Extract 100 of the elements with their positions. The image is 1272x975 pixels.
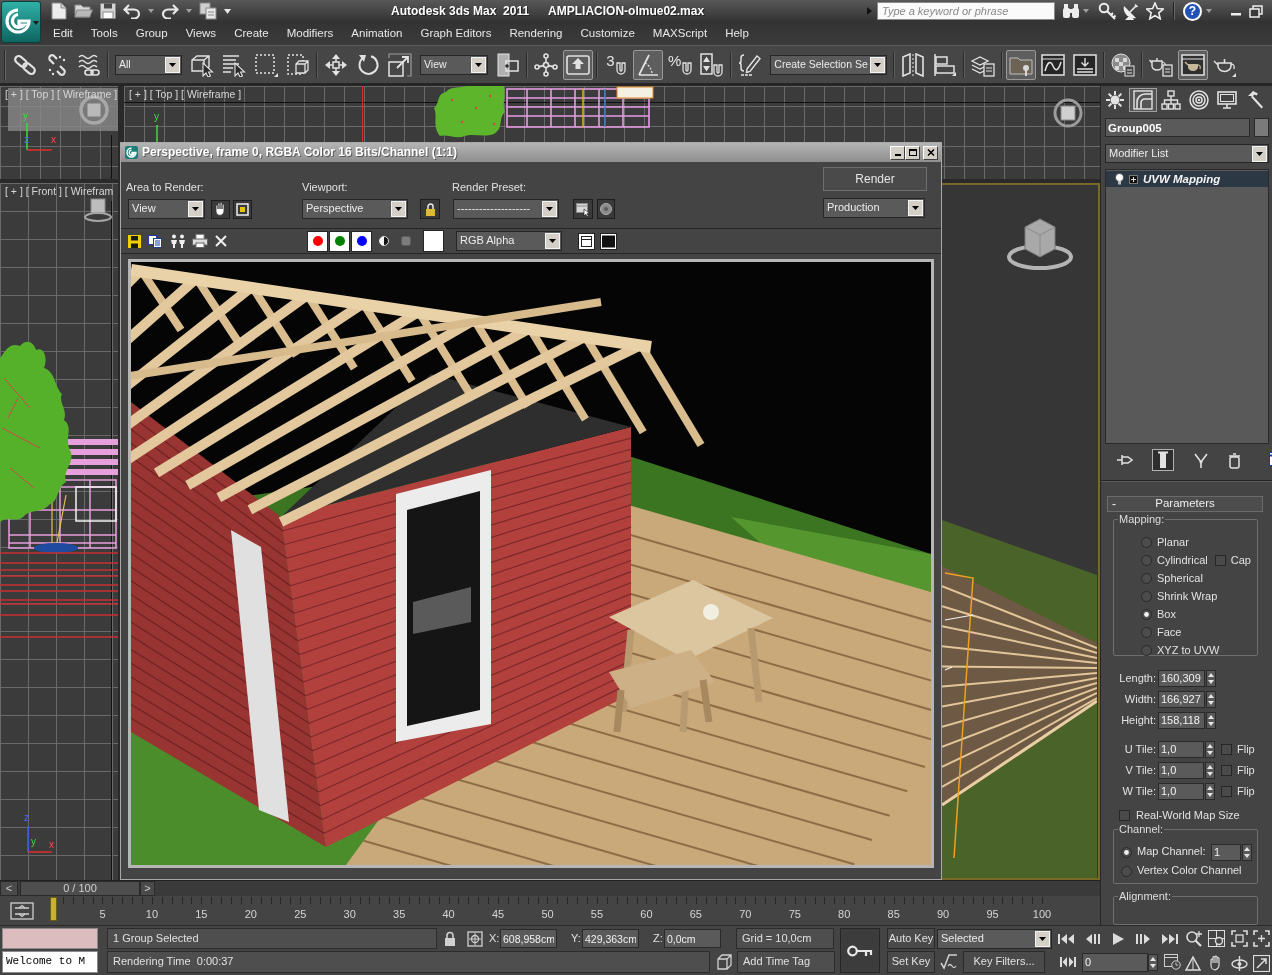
display-channel-dropdown[interactable]: RGB Alpha [456,231,562,251]
radio-button[interactable] [1121,846,1132,858]
spinner-field[interactable]: 158,118 [1158,711,1205,729]
copy-documents-icon[interactable] [148,234,162,248]
menu-item[interactable]: Graph Editors [420,26,492,41]
padlock-icon[interactable] [443,930,457,947]
radio-button[interactable] [1141,555,1152,567]
two-figures-icon[interactable] [170,234,186,248]
key-filters-button[interactable]: Key Filters... [963,951,1045,973]
color-swatch-icon[interactable] [423,230,444,252]
binoculars-icon[interactable] [1062,3,1080,19]
toggle-ui-button[interactable] [599,231,618,251]
light-bulb-icon[interactable] [1115,173,1124,186]
edit-region-button[interactable] [211,199,230,219]
coordinate-field[interactable]: 608,958cm [500,929,557,948]
time-slider-thumb[interactable]: 0 / 100 [20,881,140,896]
time-configuration-icon[interactable] [1164,954,1181,970]
restore-icon[interactable] [1249,4,1263,18]
channel-toggle-button[interactable] [351,230,372,252]
window-arrows-icon[interactable] [10,901,34,920]
menu-item[interactable]: MAXScript [652,26,708,41]
menu-item[interactable]: Help [725,26,749,41]
orbit-icon[interactable] [1230,955,1248,972]
skip-to-end-icon[interactable] [1162,932,1178,945]
radio-button[interactable] [1141,537,1152,549]
caret-down-icon[interactable] [186,9,192,13]
percent-snap-button[interactable]: % [665,49,696,80]
set-keys-button[interactable] [840,928,880,973]
field-of-view-icon[interactable] [1185,955,1202,972]
radio-button[interactable] [1141,645,1152,657]
menu-item[interactable]: Tools [90,26,118,41]
spinner-arrows-icon[interactable] [1206,669,1216,687]
menu-item[interactable]: Views [185,26,217,41]
spinner-field[interactable]: 1 [1211,843,1241,861]
project-folder-icon[interactable] [199,2,217,20]
printer-icon[interactable] [192,234,208,248]
menu-item[interactable]: Animation [351,26,403,41]
radio-button[interactable] [1141,591,1152,603]
spinner-field[interactable]: 1,0 [1158,740,1204,758]
coordinate-field[interactable]: 429,363cm [582,929,639,948]
help-button[interactable]: ? [1183,1,1202,21]
close-button[interactable] [923,145,938,160]
spinner-arrows-icon[interactable] [1242,843,1252,861]
minimize-button[interactable] [890,145,905,160]
key-icon[interactable] [1098,2,1116,20]
previous-frame-icon[interactable] [1085,932,1101,945]
time-slider-next-button[interactable]: > [140,881,155,896]
spinner-arrows-icon[interactable] [1205,740,1215,758]
checkbox[interactable] [1119,809,1130,821]
curve-check-icon[interactable] [940,954,958,970]
expand-box-icon[interactable] [1129,174,1138,184]
auto-key-button[interactable]: Auto Key [887,928,935,949]
key-mode-icon[interactable] [1060,956,1076,968]
toolbar-dropdown[interactable]: All [115,54,182,75]
zoom-all-icon[interactable] [1207,930,1225,947]
skip-to-start-icon[interactable] [1058,932,1074,945]
caret-down-icon[interactable] [1206,9,1212,13]
satellite-dish-icon[interactable] [1122,2,1140,20]
current-frame-marker[interactable] [50,897,57,921]
open-folder-icon[interactable] [74,3,93,19]
modifier-stack-item[interactable]: UVW Mapping [1106,171,1268,188]
channel-toggle-button[interactable] [307,230,328,252]
toolbar-dropdown[interactable]: View [420,54,488,75]
graphite-modeling-tools-button[interactable] [1006,49,1037,80]
spinner-arrows-icon[interactable] [1205,761,1215,779]
toolbar-dropdown[interactable]: Create Selection Se [770,54,888,75]
spinner-arrows-icon[interactable] [1205,782,1215,800]
object-color-swatch[interactable] [1254,118,1269,137]
checkbox[interactable] [1221,743,1232,755]
add-time-tag-button[interactable]: Add Time Tag [737,951,835,973]
zoom-extents-all-icon[interactable] [1253,930,1271,947]
caret-down-icon[interactable] [148,9,154,13]
render-preset-dropdown[interactable]: -------------------- [453,199,559,219]
frame-field[interactable]: 0 [1082,952,1148,972]
play-icon[interactable] [1112,932,1124,945]
auto-region-button[interactable] [233,199,252,219]
menu-item[interactable]: Modifiers [286,26,334,41]
new-document-icon[interactable] [51,2,67,20]
keyboard-shortcut-override-button[interactable] [563,49,593,80]
radio-button[interactable] [1121,865,1132,877]
time-slider-previous-button[interactable]: < [0,881,18,896]
radio-button[interactable] [1141,609,1152,621]
star-icon[interactable] [1146,2,1164,20]
caret-down-icon[interactable] [224,8,231,14]
collapse-toggle[interactable]: - [1112,497,1116,510]
redo-arrow-icon[interactable] [161,3,179,19]
environment-button[interactable] [597,199,615,219]
lock-viewport-button[interactable] [420,199,440,219]
rendered-frame-window-button[interactable] [1178,49,1209,80]
checkbox[interactable] [1221,785,1232,797]
spinner-arrows-icon[interactable] [1206,690,1216,708]
object-name-field[interactable]: Group005 [1105,118,1250,137]
maxscript-listener-field[interactable] [2,928,98,949]
area-to-render-dropdown[interactable]: View [128,199,205,219]
set-key-button[interactable]: Set Key [887,951,935,973]
maximize-button[interactable] [905,145,920,160]
crosshair-box-icon[interactable] [467,930,483,947]
checkbox[interactable] [1221,764,1232,776]
render-mode-dropdown[interactable]: Production [823,198,925,218]
spinner-arrows-icon[interactable] [1148,953,1158,971]
